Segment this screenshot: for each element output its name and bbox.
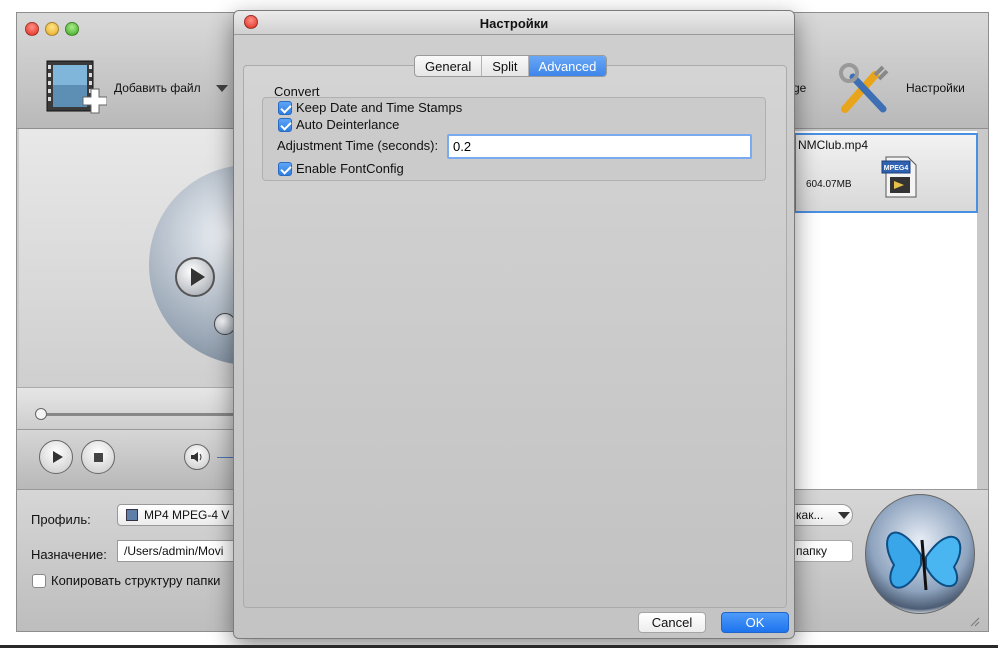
destination-input[interactable]: /Users/admin/Movi: [117, 540, 237, 562]
tab-bar: General Split Advanced: [414, 55, 608, 77]
file-type-badge: MPEG4: [884, 165, 909, 172]
keep-date-label[interactable]: Keep Date and Time Stamps: [296, 100, 462, 115]
window-zoom-button[interactable]: [65, 22, 79, 36]
settings-label[interactable]: Настройки: [906, 81, 965, 95]
tab-split[interactable]: Split: [482, 56, 529, 76]
enable-fontconfig-checkbox[interactable]: [278, 162, 292, 176]
add-file-dropdown-arrow-icon[interactable]: [216, 85, 228, 92]
save-as-value: как...: [796, 508, 824, 522]
profile-label: Профиль:: [31, 512, 91, 527]
ok-button[interactable]: OK: [721, 612, 789, 633]
profile-value: MP4 MPEG-4 V: [144, 508, 230, 522]
preview-play-icon[interactable]: [175, 257, 215, 297]
add-file-icon[interactable]: [45, 59, 107, 121]
tab-general[interactable]: General: [415, 56, 483, 76]
mpeg4-file-icon: MPEG4: [881, 156, 917, 198]
tools-icon[interactable]: [835, 59, 893, 119]
profile-select[interactable]: MP4 MPEG-4 V: [117, 504, 237, 526]
settings-dialog: Настройки General Split Advanced Convert…: [233, 10, 795, 639]
transport-controls: [17, 429, 237, 489]
speaker-icon: [191, 452, 202, 462]
adjustment-time-input[interactable]: [447, 134, 752, 159]
file-name: NMClub.mp4: [798, 138, 869, 152]
tab-advanced[interactable]: Advanced: [528, 56, 607, 76]
volume-button[interactable]: [184, 444, 210, 470]
adjustment-time-label: Adjustment Time (seconds):: [277, 138, 439, 153]
file-list-item[interactable]: NMClub.mp4 604.07MB MPEG4: [794, 133, 978, 213]
seek-knob[interactable]: [35, 408, 47, 420]
seek-track[interactable]: [37, 413, 237, 416]
merge-label[interactable]: ge: [793, 81, 806, 95]
enable-fontconfig-label[interactable]: Enable FontConfig: [296, 161, 404, 176]
destination-label: Назначение:: [31, 547, 107, 562]
convert-button[interactable]: [865, 494, 975, 614]
auto-deinterlance-checkbox[interactable]: [278, 118, 292, 132]
copy-structure-checkbox[interactable]: [32, 574, 46, 588]
resize-grip-icon[interactable]: [968, 615, 980, 627]
save-as-select[interactable]: как...: [789, 504, 853, 526]
auto-deinterlance-label[interactable]: Auto Deinterlance: [296, 117, 399, 132]
file-size: 604.07MB: [806, 179, 852, 190]
video-preview: [19, 129, 237, 387]
stop-button[interactable]: [81, 440, 115, 474]
dialog-titlebar[interactable]: Настройки: [234, 11, 794, 35]
profile-format-icon: [126, 509, 138, 521]
copy-structure-label[interactable]: Копировать структуру папки: [51, 573, 220, 588]
seek-bar[interactable]: [17, 387, 237, 429]
open-folder-button[interactable]: папку: [789, 540, 853, 562]
file-list: NMClub.mp4 604.07MB MPEG4: [793, 131, 978, 491]
butterfly-icon: [886, 531, 962, 591]
cancel-button[interactable]: Cancel: [638, 612, 706, 633]
keep-date-checkbox[interactable]: [278, 101, 292, 115]
add-file-label[interactable]: Добавить файл: [114, 81, 201, 95]
window-close-button[interactable]: [25, 22, 39, 36]
play-button[interactable]: [39, 440, 73, 474]
chevron-down-icon: [838, 512, 850, 519]
dialog-title: Настройки: [479, 16, 549, 31]
window-minimize-button[interactable]: [45, 22, 59, 36]
